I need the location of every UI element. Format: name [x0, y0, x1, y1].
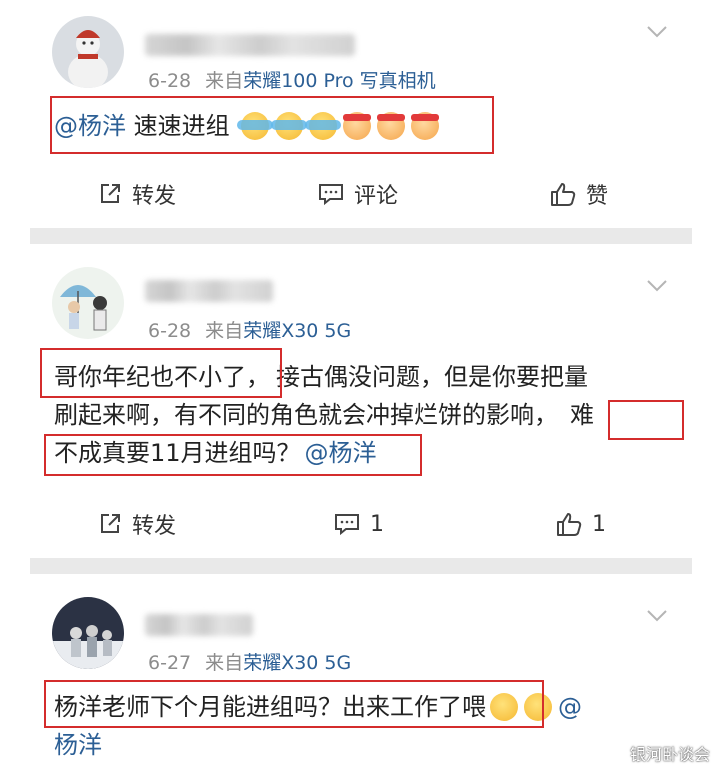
action-bar: 转发 1 1	[0, 504, 720, 544]
post-separator	[30, 228, 692, 244]
action-bar: 转发 评论 赞	[0, 174, 720, 214]
post-date: 6-27	[148, 652, 192, 674]
post-meta: 6-27 来自荣耀X30 5G	[148, 648, 351, 675]
repost-button[interactable]: 转发	[98, 174, 176, 214]
comment-button[interactable]: 评论	[318, 174, 398, 214]
source-prefix: 来自	[205, 70, 244, 92]
device-link[interactable]: 荣耀X30 5G	[243, 652, 351, 674]
comment-icon	[335, 514, 359, 536]
emoji-crying-icon	[305, 112, 342, 140]
source-prefix: 来自	[205, 320, 244, 342]
chevron-down-icon[interactable]	[646, 20, 668, 45]
post-date: 6-28	[148, 70, 192, 92]
avatar[interactable]	[52, 16, 124, 88]
chevron-down-icon[interactable]	[646, 604, 668, 629]
repost-button[interactable]: 转发	[98, 504, 176, 544]
post-separator	[30, 558, 692, 574]
post-date: 6-28	[148, 320, 192, 342]
username-blurred[interactable]	[145, 614, 253, 636]
emoji-crying-icon	[237, 112, 274, 140]
like-button[interactable]: 赞	[550, 174, 608, 214]
mention-link[interactable]: @	[558, 693, 582, 721]
post-text-line: 哥你年纪也不小了，	[54, 363, 270, 391]
post-content: 杨洋老师下个月能进组吗？出来工作了喂 @ 杨洋	[54, 688, 674, 764]
device-link[interactable]: 荣耀X30 5G	[243, 320, 351, 342]
post-2: 6-28 来自荣耀X30 5G 哥你年纪也不小了， 接古偶没问题，但是你要把量 刷…	[0, 244, 720, 574]
post-1: 6-28 来自荣耀100 Pro 写真相机 @杨洋 速速进组 转发 评论 赞	[0, 0, 720, 245]
emoji-crying-icon	[271, 112, 308, 140]
like-button[interactable]: 1	[556, 504, 606, 544]
emoji-smile-icon	[524, 693, 552, 721]
chevron-down-icon[interactable]	[646, 274, 668, 299]
like-icon	[557, 513, 582, 536]
post-text-line: 不成真要11月进组吗？	[54, 439, 301, 467]
avatar[interactable]	[52, 597, 124, 669]
repost-label: 转发	[132, 514, 177, 539]
mention-link[interactable]: @杨洋	[54, 112, 126, 140]
mention-link[interactable]: @杨洋	[305, 439, 377, 467]
like-icon	[551, 183, 576, 206]
emoji-headband-icon	[343, 112, 372, 140]
like-count: 1	[592, 511, 606, 537]
comment-button[interactable]: 1	[334, 504, 384, 544]
watermark: 银河卧谈会	[629, 745, 710, 764]
post-meta: 6-28 来自荣耀X30 5G	[148, 316, 351, 343]
comment-icon	[319, 184, 343, 206]
post-content: 哥你年纪也不小了， 接古偶没问题，但是你要把量 刷起来啊，有不同的角色就会冲掉烂饼…	[54, 358, 674, 472]
mention-link[interactable]: 杨洋	[54, 731, 102, 759]
post-meta: 6-28 来自荣耀100 Pro 写真相机	[148, 66, 436, 93]
username-blurred[interactable]	[145, 280, 273, 302]
source-prefix: 来自	[205, 652, 244, 674]
post-text-line: 刷起来啊，有不同的角色就会冲掉烂饼的影响，	[54, 401, 558, 429]
post-3: 6-27 来自荣耀X30 5G 杨洋老师下个月能进组吗？出来工作了喂 @ 杨洋	[0, 574, 720, 777]
post-text: 速速进组	[126, 112, 230, 140]
repost-label: 转发	[132, 184, 177, 209]
post-content: @杨洋 速速进组	[54, 107, 445, 145]
emoji-headband-icon	[411, 112, 440, 140]
repost-icon	[101, 184, 120, 203]
emoji-headband-icon	[377, 112, 406, 140]
repost-icon	[101, 514, 120, 533]
post-text-line: 难	[570, 401, 594, 429]
comment-label: 评论	[354, 184, 399, 209]
comment-count: 1	[370, 511, 384, 537]
like-label: 赞	[586, 184, 609, 209]
emoji-smile-icon	[490, 693, 518, 721]
username-blurred[interactable]	[145, 34, 355, 56]
post-text-line: 杨洋老师下个月能进组吗？出来工作了喂	[54, 693, 486, 721]
device-link[interactable]: 荣耀100 Pro 写真相机	[243, 70, 436, 92]
post-text-line: 接古偶没问题，但是你要把量	[276, 363, 588, 391]
avatar[interactable]	[52, 267, 124, 339]
